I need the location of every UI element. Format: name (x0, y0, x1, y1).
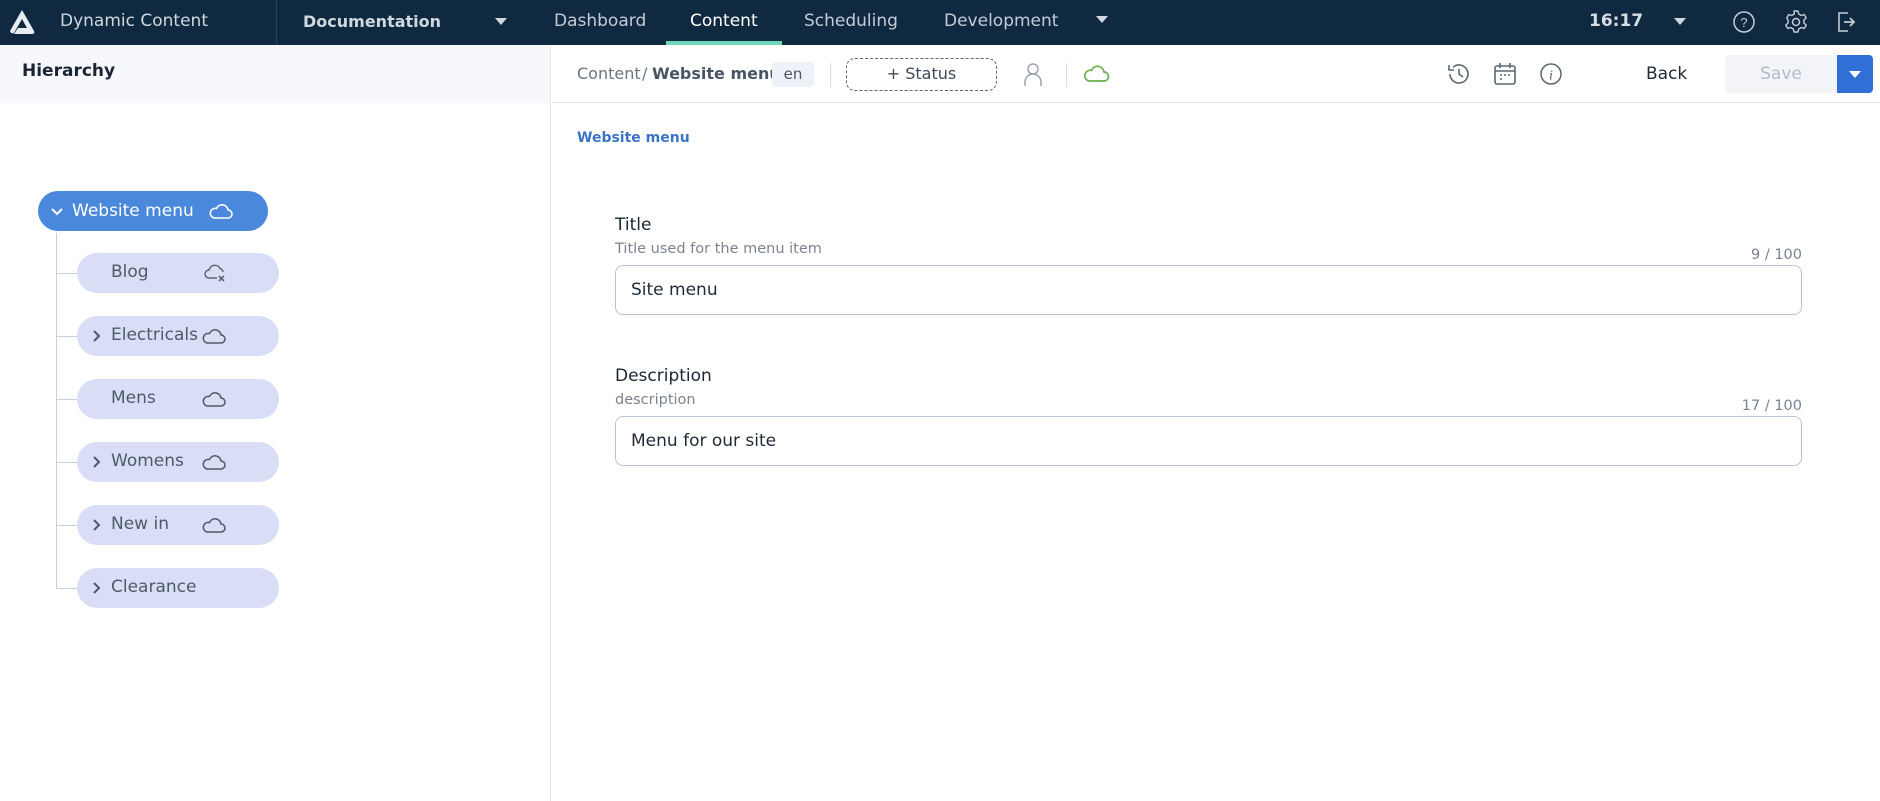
history-icon[interactable] (1445, 60, 1473, 88)
tree-branch-line (56, 525, 77, 526)
topbar-divider (276, 0, 277, 45)
tree-branch-line (56, 462, 77, 463)
character-count: 9 / 100 (1750, 247, 1802, 263)
tree-node-label: Clearance (111, 577, 197, 597)
cloud-published-icon (202, 329, 226, 344)
assignee-user-icon[interactable] (1019, 60, 1047, 88)
calendar-icon[interactable] (1491, 60, 1519, 88)
tree-branch-line (56, 336, 77, 337)
title-input[interactable]: Site menu (615, 265, 1802, 315)
locale-badge[interactable]: en (772, 62, 814, 87)
top-navigation-bar: Dynamic Content Documentation Dashboard … (0, 0, 1880, 45)
hub-dropdown-icon[interactable] (495, 18, 507, 25)
title-field: Title Title used for the menu item 9 / 1… (615, 215, 1802, 315)
chevron-down-icon (1849, 71, 1861, 78)
field-description: Title used for the menu item (615, 241, 822, 257)
svg-text:?: ? (1740, 15, 1747, 30)
toolbar-divider (1066, 63, 1067, 87)
breadcrumb-content[interactable]: Content (577, 64, 641, 83)
tree-node-label: New in (111, 514, 169, 534)
chevron-right-icon[interactable] (88, 454, 104, 470)
breadcrumb-separator: / (642, 64, 648, 83)
content-item-heading: Website menu (577, 130, 690, 146)
tree-node-electricals[interactable]: Electricals (77, 316, 279, 356)
cloud-published-icon (202, 518, 226, 533)
tab-content[interactable]: Content (666, 0, 782, 45)
tree-node-label: Mens (111, 388, 156, 408)
tree-branch-line (56, 399, 77, 400)
tab-scheduling[interactable]: Scheduling (780, 0, 922, 45)
toolbar-divider (830, 63, 831, 87)
character-count: 17 / 100 (1741, 398, 1802, 414)
settings-icon[interactable] (1783, 9, 1809, 35)
description-field: Description description 17 / 100 Menu fo… (615, 366, 1802, 466)
tree-node-label: Blog (111, 262, 149, 282)
cloud-published-icon (202, 455, 226, 470)
field-description: description (615, 392, 696, 408)
save-options-dropdown[interactable] (1837, 55, 1873, 93)
chevron-right-icon[interactable] (88, 580, 104, 596)
help-icon[interactable]: ? (1731, 9, 1757, 35)
field-label: Description (615, 366, 712, 386)
tab-dashboard[interactable]: Dashboard (530, 0, 670, 45)
more-tabs-dropdown-icon[interactable] (1096, 16, 1108, 23)
clock-time: 16:17 (1589, 11, 1644, 31)
tree-node-website-menu[interactable]: Website menu (38, 191, 268, 231)
app-title: Dynamic Content (60, 11, 208, 31)
cloud-published-icon[interactable] (1082, 60, 1110, 88)
svg-text:i: i (1549, 69, 1553, 84)
tree-branch-line (56, 588, 77, 589)
chevron-right-icon[interactable] (88, 328, 104, 344)
tree-node-mens[interactable]: Mens (77, 379, 279, 419)
breadcrumb-current: Website menu (652, 64, 781, 83)
tree-node-new-in[interactable]: New in (77, 505, 279, 545)
sidebar-title: Hierarchy (0, 45, 550, 103)
tree-node-label: Electricals (111, 325, 198, 345)
editor-toolbar: Content / Website menu en + Status i Bac… (552, 45, 1880, 103)
tab-development[interactable]: Development (920, 0, 1082, 45)
chevron-down-icon[interactable] (48, 202, 66, 220)
cloud-published-icon (209, 204, 233, 219)
amplience-logo-icon[interactable] (8, 9, 36, 35)
info-icon[interactable]: i (1537, 60, 1565, 88)
tree-node-blog[interactable]: Blog (77, 253, 279, 293)
cloud-unpublished-icon (204, 264, 225, 282)
content-editor: Content / Website menu en + Status i Bac… (552, 45, 1880, 801)
tree-branch-line (56, 273, 77, 274)
field-label: Title (615, 215, 652, 235)
save-button[interactable]: Save (1725, 55, 1837, 93)
tree-node-clearance[interactable]: Clearance (77, 568, 279, 608)
hierarchy-sidebar: Hierarchy Website menu Blog Electricals (0, 45, 551, 801)
tree-connector (56, 233, 57, 588)
tree-node-label: Website menu (72, 201, 194, 221)
cloud-published-icon (202, 392, 226, 407)
tree-node-womens[interactable]: Womens (77, 442, 279, 482)
tree-node-label: Womens (111, 451, 184, 471)
add-status-button[interactable]: + Status (846, 58, 997, 91)
back-button[interactable]: Back (1646, 64, 1687, 84)
hub-selector[interactable]: Documentation (303, 12, 441, 31)
chevron-right-icon[interactable] (88, 517, 104, 533)
description-input[interactable]: Menu for our site (615, 416, 1802, 466)
time-dropdown-icon[interactable] (1674, 18, 1686, 25)
logout-icon[interactable] (1834, 9, 1860, 35)
